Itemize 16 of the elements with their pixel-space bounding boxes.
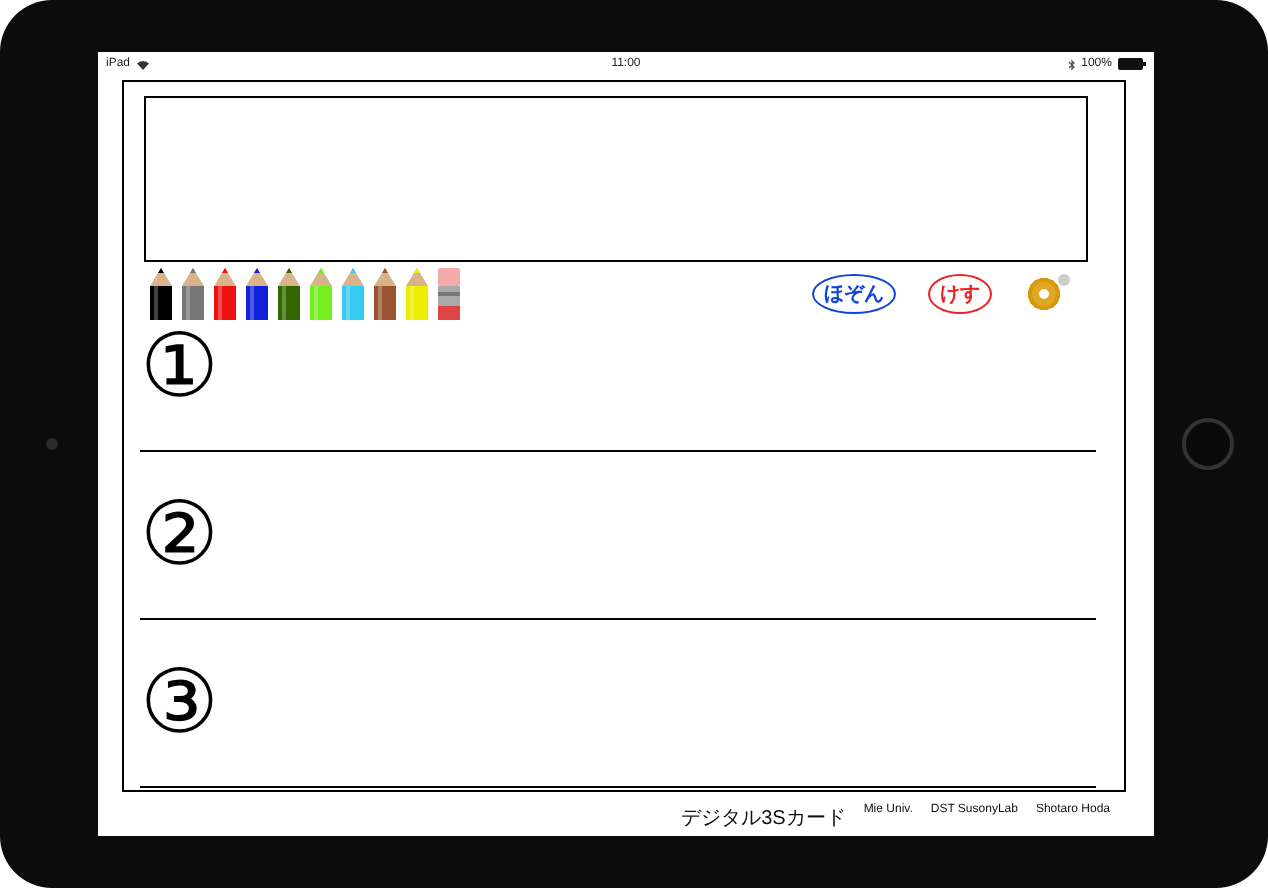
oval-button[interactable]: けす — [928, 274, 992, 314]
pencil-icon[interactable] — [244, 268, 270, 320]
question-number: ③ — [140, 655, 219, 751]
wifi-icon — [136, 59, 151, 69]
text-area[interactable] — [144, 96, 1088, 262]
settings-icon[interactable] — [1024, 272, 1072, 316]
question-number: ② — [140, 487, 219, 583]
pencil-icon[interactable] — [276, 268, 302, 320]
camera-icon — [46, 438, 58, 450]
pencil-icon[interactable] — [148, 268, 174, 320]
eraser-icon[interactable] — [436, 268, 462, 320]
battery-icon — [1117, 58, 1146, 70]
credit-text: デジタル3Sカード — [681, 806, 846, 832]
question-number: ① — [140, 320, 219, 416]
bluetooth-icon — [1067, 57, 1076, 71]
oval-button[interactable]: ほぞん — [812, 274, 896, 314]
